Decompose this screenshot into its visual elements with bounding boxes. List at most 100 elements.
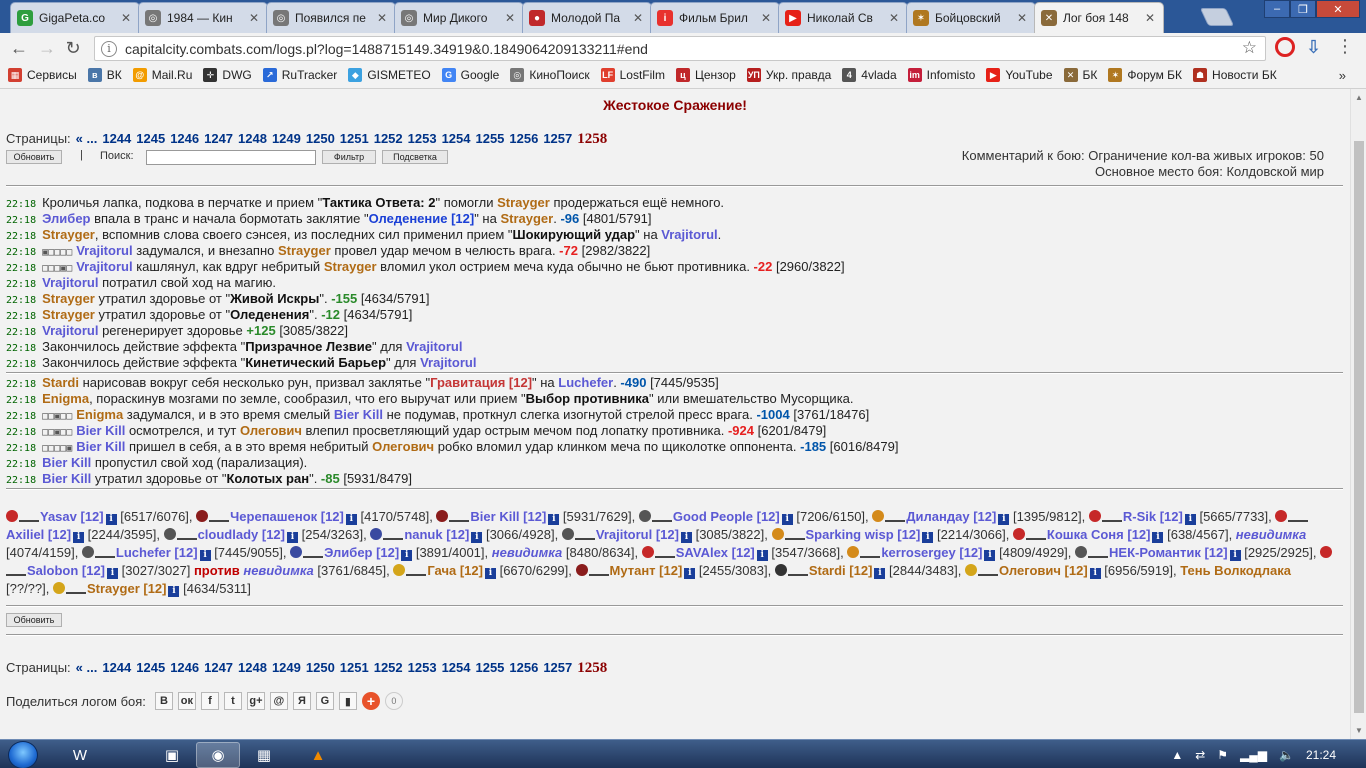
player-info-icon[interactable]: i [874,568,886,579]
tray-arrow-icon[interactable]: ▲ [1171,748,1183,762]
page-link[interactable]: 1244 [102,660,131,675]
page-link[interactable]: 1255 [475,660,504,675]
scroll-up-icon[interactable]: ▲ [1355,93,1363,102]
taskbar-clock[interactable]: 21:24 [1306,748,1336,762]
team-player-name[interactable]: Bier Kill [12] [470,509,546,524]
team-player-name[interactable]: Axiliel [12] [6,527,71,542]
browser-tab[interactable]: ▶ Николай Св ✕ [778,2,908,33]
page-link[interactable]: 1251 [340,131,369,146]
save-icon[interactable]: ▣ [150,742,194,768]
player-name[interactable]: Элибер [42,211,90,226]
bookmark-item[interactable]: 4 4vlada [842,68,897,82]
page-link[interactable]: 1253 [408,131,437,146]
tab-close-icon[interactable]: ✕ [889,11,901,25]
team-player-name[interactable]: Strayger [12] [87,581,166,596]
player-name[interactable]: Luchefer [558,375,613,390]
share-button[interactable]: t [223,692,242,710]
bookmark-item[interactable]: ✕ БК [1063,68,1097,82]
signal-icon[interactable]: ▂▄▆ [1240,748,1267,762]
page-link[interactable]: 1256 [509,660,538,675]
address-bar[interactable]: i capitalcity.combats.com/logs.pl?log=14… [94,36,1266,61]
team-player-name[interactable]: Олегович [12] [999,563,1088,578]
player-name[interactable]: Vrajitorul [76,243,132,258]
page-link[interactable]: 1252 [374,131,403,146]
browser-tab[interactable]: ◎ Мир Дикого ✕ [394,2,524,33]
team-player-name[interactable]: Stardi [12] [809,563,873,578]
bookmark-item[interactable]: @ Mail.Ru [132,68,192,82]
player-info-icon[interactable]: i [756,550,768,561]
bookmark-item[interactable]: в ВК [87,68,122,82]
extension-red-icon[interactable] [1275,37,1295,57]
page-link[interactable]: 1251 [340,660,369,675]
chrome-menu-icon[interactable]: ⋮ [1336,36,1354,57]
team-player-name[interactable]: Sparking wisp [12] [806,527,921,542]
player-name[interactable]: Bier Kill [76,423,125,438]
team-player-name[interactable]: НЕК-Романтик [12] [1109,545,1228,560]
player-info-icon[interactable]: i [287,532,298,543]
page-link[interactable]: 1249 [272,131,301,146]
player-name[interactable]: Vrajitorul [76,259,132,274]
bookmark-star-icon[interactable]: ☆ [1242,38,1257,58]
player-info-icon[interactable]: i [1229,550,1241,561]
player-name[interactable]: Олегович [240,423,302,438]
page-link[interactable]: 1250 [306,660,335,675]
scrollbar-thumb[interactable] [1354,141,1364,713]
player-name[interactable]: Strayger [42,291,95,306]
bookmark-item[interactable]: УП Укр. правда [746,68,831,82]
share-button[interactable]: @ [269,692,288,710]
chrome-icon[interactable]: ◉ [196,742,240,768]
word-icon[interactable]: W [58,742,102,768]
bookmark-item[interactable]: ☗ Новости БК [1193,68,1277,82]
player-name[interactable]: Vrajitorul [42,275,98,290]
player-info-icon[interactable]: i [401,550,413,561]
player-name[interactable]: Bier Kill [334,407,383,422]
flag-icon[interactable]: ⚑ [1217,748,1228,762]
player-info-icon[interactable]: i [548,514,560,525]
site-info-icon[interactable]: i [101,40,117,57]
player-name[interactable]: Bier Kill [42,471,91,486]
page-link[interactable]: 1248 [238,660,267,675]
page-link[interactable]: 1248 [238,131,267,146]
team-player-name[interactable]: Vrajitorul [12] [596,527,679,542]
reload-button[interactable]: ↻ [62,37,84,59]
team-player-name[interactable]: kerrosergey [12] [881,545,982,560]
player-name[interactable]: Stardi [42,375,79,390]
tab-close-icon[interactable]: ✕ [505,11,517,25]
page-link[interactable]: 1257 [543,660,572,675]
page-link[interactable]: 1246 [170,131,199,146]
team-player-name[interactable]: Luchefer [12] [116,545,198,560]
browser-tab[interactable]: i Фильм Брил ✕ [650,2,780,33]
team-player-name[interactable]: невидимка [1236,527,1306,542]
player-name[interactable]: Bier Kill [76,439,125,454]
player-info-icon[interactable]: i [168,586,180,597]
tab-close-icon[interactable]: ✕ [761,11,773,25]
tab-close-icon[interactable]: ✕ [249,11,261,25]
team-player-name[interactable]: невидимка [492,545,562,560]
share-button[interactable]: g+ [246,692,265,710]
team-player-name[interactable]: Кошка Соня [12] [1047,527,1151,542]
player-info-icon[interactable]: i [1152,532,1164,543]
share-button[interactable]: Я [292,692,311,710]
player-name[interactable]: Strayger [324,259,377,274]
page-link[interactable]: 1245 [136,660,165,675]
team-player-name[interactable]: Черепашенок [12] [230,509,344,524]
page-link[interactable]: 1255 [475,131,504,146]
browser-tab[interactable]: ✕ Лог боя 148 ✕ [1034,2,1164,33]
player-info-icon[interactable]: i [684,568,696,579]
player-name[interactable]: Strayger [42,307,95,322]
team-player-name[interactable]: Good People [12] [673,509,780,524]
player-name[interactable]: Strayger [497,195,550,210]
bookmark-item[interactable]: ✛ DWG [203,68,252,82]
player-name[interactable]: Strayger [500,211,553,226]
player-info-icon[interactable]: i [680,532,692,543]
player-info-icon[interactable]: i [922,532,934,543]
team-player-name[interactable]: SAVAlex [12] [676,545,755,560]
scroll-down-icon[interactable]: ▼ [1355,726,1363,735]
team-player-name[interactable]: Элибер [12] [324,545,399,560]
page-scrollbar[interactable]: ▲ ▼ [1350,89,1366,739]
team-player-name[interactable]: невидимка [243,563,313,578]
new-tab-button[interactable] [1199,8,1235,26]
player-name[interactable]: Олегович [372,439,434,454]
network-share-icon[interactable]: ⇄ [1195,748,1205,762]
download-extension-icon[interactable]: ⇩ [1306,37,1326,57]
